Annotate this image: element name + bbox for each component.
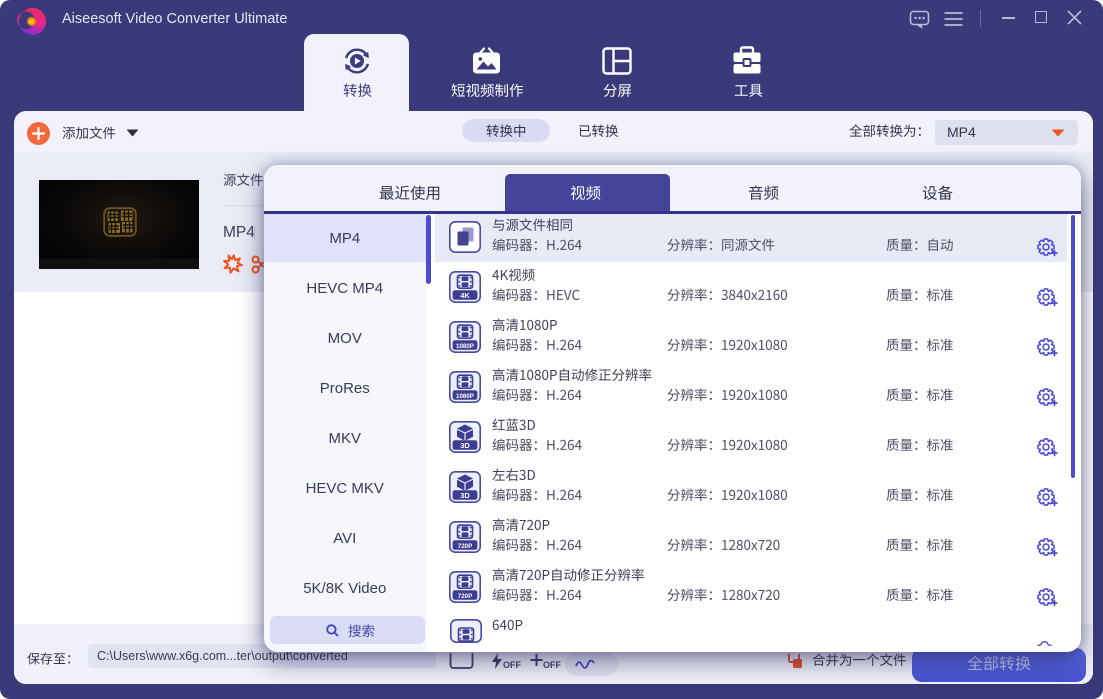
svg-text:1080P: 1080P: [456, 343, 474, 350]
svg-text:4K: 4K: [460, 291, 470, 300]
svg-text:3D: 3D: [460, 441, 470, 450]
svg-text:720P: 720P: [458, 593, 472, 600]
svg-text:720P: 720P: [458, 543, 472, 550]
svg-text:1080P: 1080P: [456, 393, 474, 400]
svg-text:3D: 3D: [460, 491, 470, 500]
